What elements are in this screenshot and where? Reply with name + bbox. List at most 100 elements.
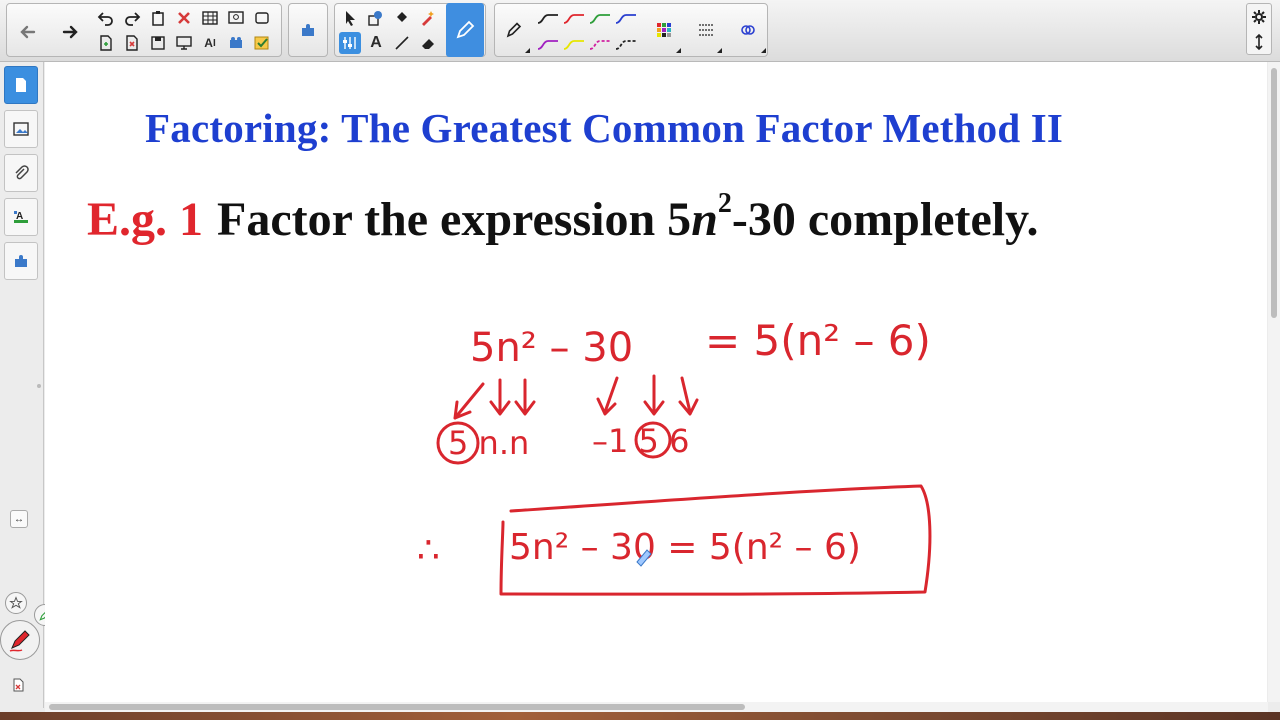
handwritten-ink-layer: 5n² – 30 = 5(n² – 6) 5 n.n –1 5 6 ∴ 5n² … [417,316,932,596]
arrow-left-icon [20,25,36,39]
settings-button[interactable] [1248,6,1270,28]
clipboard-icon [152,11,164,26]
cursor-arrow-icon [346,11,355,26]
redo-button[interactable] [121,7,143,29]
screen-capture-button[interactable] [225,7,247,29]
desktop-background-strip [0,712,1280,720]
vertical-scrollbar-thumb[interactable] [1271,68,1277,318]
svg-text:A: A [16,211,23,222]
sidebar-resize-dot[interactable] [37,384,41,388]
line-icon [395,36,409,50]
forward-button[interactable] [53,14,87,50]
navigation-group: AI [6,3,282,57]
fill-effect-button[interactable] [737,19,759,41]
add-ons-icon [230,37,242,48]
vertical-scrollbar[interactable] [1268,62,1280,702]
dropdown-indicator [717,48,722,53]
gallery-image-icon [13,122,29,136]
puzzle-piece-icon [302,24,314,36]
main-toolbar: AI A [0,0,1280,62]
add-page-icon [100,35,112,51]
pen-color-magenta-dashed[interactable] [589,38,611,52]
save-button[interactable] [147,32,169,54]
display-button[interactable] [173,32,195,54]
pen-icon [506,22,522,38]
insert-table-button[interactable] [199,7,221,29]
tab-properties[interactable]: A [4,198,38,236]
paste-button[interactable] [147,7,169,29]
gear-icon [1252,10,1266,24]
pen-color-blue[interactable] [615,12,637,26]
dropdown-indicator [761,48,766,53]
page-icon [16,78,26,92]
smart-notebook-window: AI A A ↔ Factoring: The Greatest Common … [0,0,1280,720]
sidebar-collapse-button[interactable]: ↔ [10,510,28,528]
pen-color-green[interactable] [589,12,611,26]
screen-shade-icon [255,12,269,24]
toolbar-position-button[interactable] [1248,31,1270,53]
delete-page-button[interactable] [121,32,143,54]
shapes-icon [368,11,382,26]
horizontal-scrollbar-thumb[interactable] [49,704,745,710]
line-style-button[interactable] [695,19,717,41]
ink-factored-result: = 5(n² – 6) [705,316,931,365]
text-tool-button[interactable]: A [365,32,387,54]
tab-attachments[interactable] [4,154,38,192]
pen-tool-button[interactable] [446,3,484,57]
pen-color-red[interactable] [563,12,585,26]
ink-boxed-answer: 5n² – 30 = 5(n² – 6) [509,527,861,568]
pen-properties-group [494,3,768,57]
eraser-tool-button[interactable] [417,32,439,54]
pen-color-purple[interactable] [537,38,559,52]
delete-page-mini-button[interactable] [11,678,25,692]
fill-tool-button[interactable] [391,7,413,29]
pen-color-yellow[interactable] [563,38,585,52]
pen-type-button[interactable] [503,19,525,41]
lesson-toolkit-group [288,3,328,57]
paperclip-icon [15,165,29,180]
delete-button[interactable] [173,7,195,29]
display-icon [176,36,192,50]
color-grid-icon [657,23,671,37]
tab-gallery[interactable] [4,110,38,148]
arrow-right-icon [62,25,78,39]
color-palette-button[interactable] [653,19,675,41]
red-pen-icon [9,630,30,652]
ink-expression: 5n² – 30 [470,325,633,371]
line-tool-button[interactable] [391,32,413,54]
dropdown-indicator [676,48,681,53]
add-ons-button[interactable] [225,32,247,54]
ink-factors-right: –1 5 6 [592,422,689,460]
favorites-button[interactable] [5,592,27,614]
magic-pen-button[interactable] [417,7,439,29]
back-button[interactable] [11,14,45,50]
shapes-tool-button[interactable] [365,7,387,29]
tab-page-sorter[interactable] [4,66,38,104]
overlap-circles-icon [741,25,755,35]
save-icon [151,36,165,50]
ink-therefore-symbol: ∴ [417,530,440,571]
tab-add-ons[interactable] [4,242,38,280]
up-down-arrows-icon [1255,33,1263,51]
properties-tool-button[interactable] [339,32,361,54]
dropdown-indicator [525,48,530,53]
lesson-toolkit-button[interactable] [297,19,319,41]
pen-color-black[interactable] [537,12,559,26]
fill-bucket-icon [397,12,407,22]
screen-capture-icon [228,11,244,24]
undo-button[interactable] [95,7,117,29]
response-check-icon [254,36,269,50]
select-tool-button[interactable] [339,7,361,29]
delete-page-icon [126,35,138,51]
table-icon [202,11,218,25]
horizontal-scrollbar[interactable] [45,702,1268,712]
pen-color-black-dashed[interactable] [615,38,637,52]
active-pen-button[interactable] [0,620,40,660]
pen-icon [456,20,475,39]
add-page-button[interactable] [95,32,117,54]
screen-shade-button[interactable] [251,7,273,29]
whiteboard-canvas[interactable]: Factoring: The Greatest Common Factor Me… [45,62,1267,702]
handwriting-recognition-button[interactable]: AI [199,32,221,54]
response-button[interactable] [251,32,273,54]
delete-page-icon [13,678,24,692]
